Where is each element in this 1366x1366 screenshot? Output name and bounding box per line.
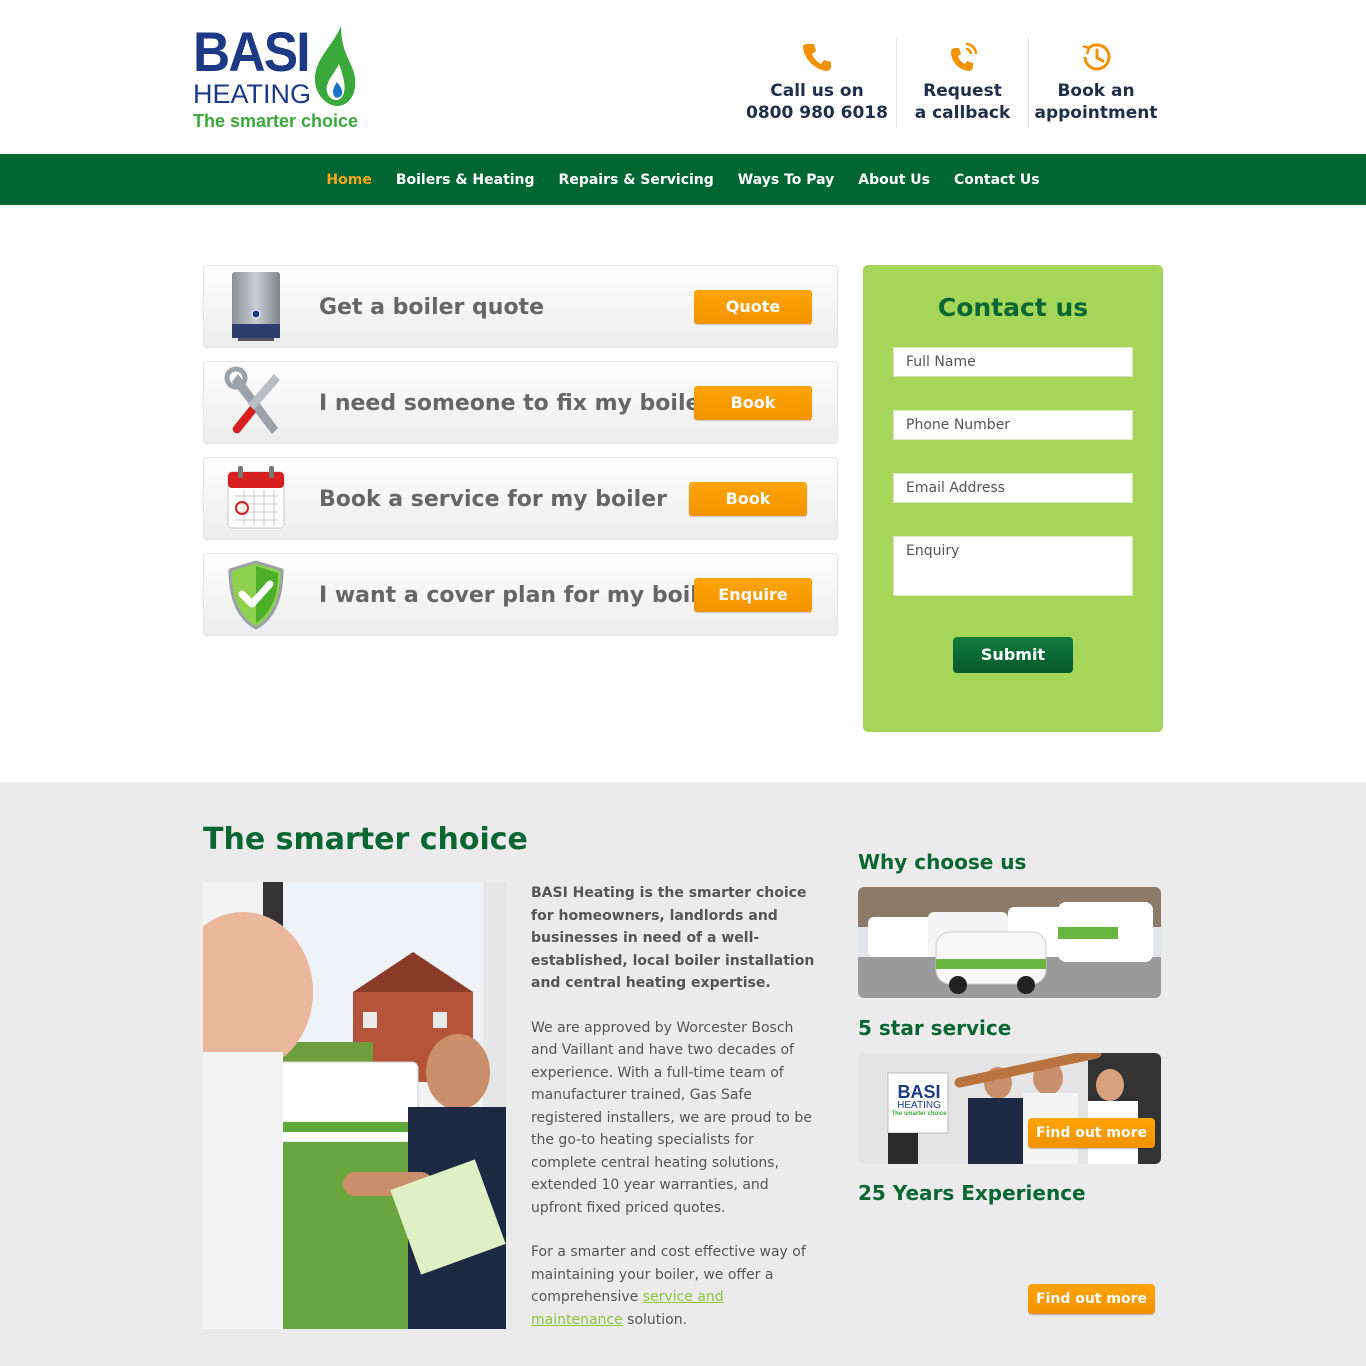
service-boiler-card[interactable]: Book a service for my boiler Book	[203, 457, 838, 540]
phone-ringing-icon	[950, 42, 977, 71]
nav-item-repairs-servicing[interactable]: Repairs & Servicing	[559, 172, 714, 188]
team-sign-logo: BASI HEATING The smarter choice	[890, 1083, 948, 1117]
smarter-choice-section: The smarter choice BASI Heating is the s…	[0, 782, 1366, 1366]
nav-item-ways-to-pay[interactable]: Ways To Pay	[738, 172, 835, 188]
enquire-button[interactable]: Enquire	[694, 578, 812, 612]
logo-basi-text: BASI	[193, 20, 311, 83]
nav-item-contact-us[interactable]: Contact Us	[954, 172, 1040, 188]
boiler-quote-card[interactable]: Get a boiler quote Quote	[203, 265, 838, 348]
intro-text: BASI Heating is the smarter choice for h…	[531, 882, 816, 1353]
quote-button[interactable]: Quote	[694, 290, 812, 324]
email-address-field[interactable]: Email Address	[893, 473, 1133, 503]
smarter-choice-heading: The smarter choice	[203, 822, 528, 857]
book-an-label: Book an	[1057, 81, 1135, 101]
contact-form: Contact us Full Name Phone Number Email …	[863, 265, 1163, 732]
fix-boiler-card[interactable]: I need someone to fix my boiler Book	[203, 361, 838, 444]
book-repair-button[interactable]: Book	[694, 386, 812, 420]
clock-icon	[1082, 43, 1111, 71]
request-label: Request	[923, 81, 1002, 101]
book-appointment-link[interactable]: Book an appointment	[1028, 38, 1163, 128]
phone-number: 0800 980 6018	[746, 103, 888, 123]
nav-item-about-us[interactable]: About Us	[858, 172, 930, 188]
nav-item-home[interactable]: Home	[326, 172, 371, 188]
team-sign-basi: BASI	[897, 1082, 941, 1102]
main-navigation: Home Boilers & Heating Repairs & Servici…	[0, 154, 1366, 205]
contact-form-title: Contact us	[937, 293, 1089, 322]
basi-heating-logo[interactable]: BASI HEATING The smarter choice	[193, 24, 368, 134]
site-header: BASI HEATING The smarter choice Call us …	[0, 0, 1366, 154]
intro-paragraph-2: We are approved by Worcester Bosch and V…	[531, 1019, 812, 1216]
vans-fleet-photo[interactable]	[858, 887, 1161, 998]
submit-button[interactable]: Submit	[953, 637, 1073, 673]
call-us-label: Call us on	[770, 81, 864, 101]
calendar-icon	[227, 466, 285, 529]
find-out-more-button-1[interactable]: Find out more	[1028, 1118, 1155, 1148]
cover-plan-text: I want a cover plan for my boiler	[319, 583, 724, 608]
header-contact-links: Call us on 0800 980 6018 Request a callb…	[738, 38, 1163, 128]
engineer-handshake-photo	[203, 882, 506, 1329]
callback-label: a callback	[914, 103, 1011, 123]
enquiry-textarea[interactable]: Enquiry	[893, 536, 1133, 596]
full-name-field[interactable]: Full Name	[893, 347, 1133, 377]
service-boiler-text: Book a service for my boiler	[319, 487, 667, 512]
phone-number-field[interactable]: Phone Number	[893, 410, 1133, 440]
logo-heating-text: HEATING	[193, 79, 312, 109]
logo-tagline: The smarter choice	[193, 111, 359, 131]
phone-icon	[803, 44, 831, 71]
book-service-button[interactable]: Book	[689, 482, 807, 516]
boiler-icon	[232, 272, 280, 341]
shield-check-icon	[228, 560, 284, 630]
find-out-more-button-2[interactable]: Find out more	[1028, 1284, 1155, 1314]
five-star-service-title: 5 star service	[858, 1016, 1012, 1040]
fix-boiler-text: I need someone to fix my boiler	[319, 391, 712, 416]
appointment-label: appointment	[1034, 103, 1158, 123]
flame-icon	[314, 26, 356, 106]
why-choose-us-title: Why choose us	[858, 850, 1027, 874]
years-experience-title: 25 Years Experience	[858, 1181, 1086, 1205]
nav-item-boilers-heating[interactable]: Boilers & Heating	[396, 172, 535, 188]
cover-plan-card[interactable]: I want a cover plan for my boiler Enquir…	[203, 553, 838, 636]
request-callback-link[interactable]: Request a callback	[896, 38, 1028, 128]
intro-paragraph-3-after: solution.	[622, 1311, 688, 1328]
call-us-link[interactable]: Call us on 0800 980 6018	[738, 38, 896, 128]
intro-paragraph-3: For a smarter and cost effective way of …	[531, 1241, 816, 1331]
team-sign-tagline: The smarter choice	[891, 1111, 947, 1117]
tools-icon	[224, 366, 280, 434]
boiler-quote-text: Get a boiler quote	[319, 295, 544, 320]
team-sign-heating: HEATING	[897, 1100, 941, 1111]
intro-lead-paragraph: BASI Heating is the smarter choice for h…	[531, 885, 815, 991]
